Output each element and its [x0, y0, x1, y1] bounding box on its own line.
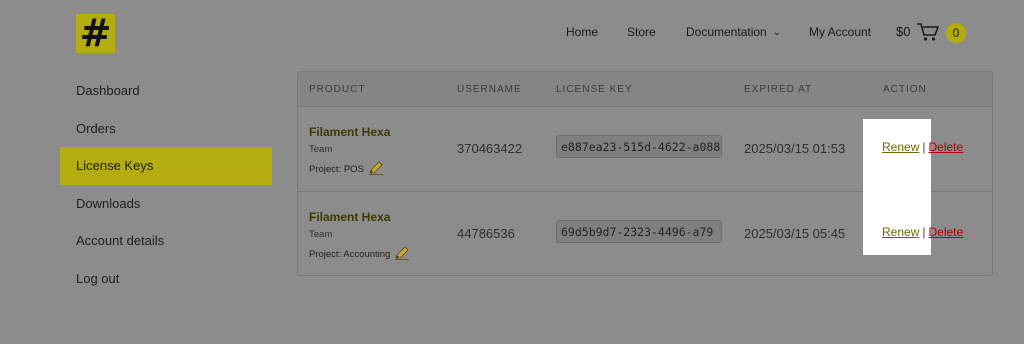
- account-sidebar: Dashboard Orders License Keys Downloads …: [60, 72, 272, 297]
- license-key-field[interactable]: e887ea23-515d-4622-a088: [556, 135, 722, 158]
- cart-icon[interactable]: [916, 22, 940, 47]
- table-header: PRODUCT USERNAME LICENSE KEY EXPIRED AT …: [298, 72, 992, 107]
- action-separator: |: [922, 225, 926, 239]
- sidebar-item-log-out[interactable]: Log out: [60, 260, 272, 298]
- nav-store-link[interactable]: Store: [627, 25, 656, 39]
- nav-home-link[interactable]: Home: [566, 25, 598, 39]
- renew-link[interactable]: Renew: [882, 140, 919, 154]
- product-project: Project: POS: [309, 161, 384, 178]
- username-value: 370463422: [457, 141, 523, 156]
- sidebar-item-license-keys[interactable]: License Keys: [60, 147, 272, 185]
- sidebar-item-downloads[interactable]: Downloads: [60, 185, 272, 223]
- nav-documentation-label: Documentation: [686, 25, 767, 39]
- expired-at-value: 2025/03/15 01:53: [744, 141, 846, 156]
- pencil-edit-icon[interactable]: [394, 246, 410, 263]
- expired-at-value: 2025/03/15 05:45: [744, 226, 846, 241]
- action-separator: |: [922, 140, 926, 154]
- product-name: Filament Hexa: [309, 210, 391, 224]
- product-project: Project: Accounting: [309, 246, 410, 263]
- chevron-down-icon: ⌄: [772, 27, 782, 38]
- sidebar-item-orders[interactable]: Orders: [60, 110, 272, 148]
- project-label: Project: POS: [309, 164, 364, 175]
- product-plan: Team: [309, 229, 333, 240]
- nav-documentation-menu[interactable]: Documentation ⌄: [686, 25, 781, 39]
- sidebar-item-dashboard[interactable]: Dashboard: [60, 72, 272, 110]
- sidebar-item-account-details[interactable]: Account details: [60, 222, 272, 260]
- delete-link[interactable]: Delete: [928, 225, 963, 239]
- username-value: 44786536: [457, 226, 515, 241]
- row-actions: Renew | Delete: [882, 225, 963, 239]
- logo-glyph: #: [79, 10, 112, 55]
- header-username: USERNAME: [457, 84, 522, 95]
- header-product: PRODUCT: [309, 84, 366, 95]
- nav-my-account-link[interactable]: My Account: [809, 25, 871, 39]
- row-actions: Renew | Delete: [882, 140, 963, 154]
- cart-total[interactable]: $0: [896, 24, 910, 39]
- cart-count-badge[interactable]: 0: [946, 23, 966, 43]
- pencil-edit-icon[interactable]: [368, 161, 384, 178]
- renew-link[interactable]: Renew: [882, 225, 919, 239]
- site-logo[interactable]: #: [76, 14, 115, 53]
- project-label: Project: Accounting: [309, 249, 391, 260]
- delete-link[interactable]: Delete: [928, 140, 963, 154]
- header-license-key: LICENSE KEY: [556, 84, 633, 95]
- product-name: Filament Hexa: [309, 125, 391, 139]
- header-expired-at: EXPIRED AT: [744, 84, 813, 95]
- product-plan: Team: [309, 144, 333, 155]
- header-action: ACTION: [883, 84, 927, 95]
- license-key-field[interactable]: 69d5b9d7-2323-4496-a79: [556, 220, 722, 243]
